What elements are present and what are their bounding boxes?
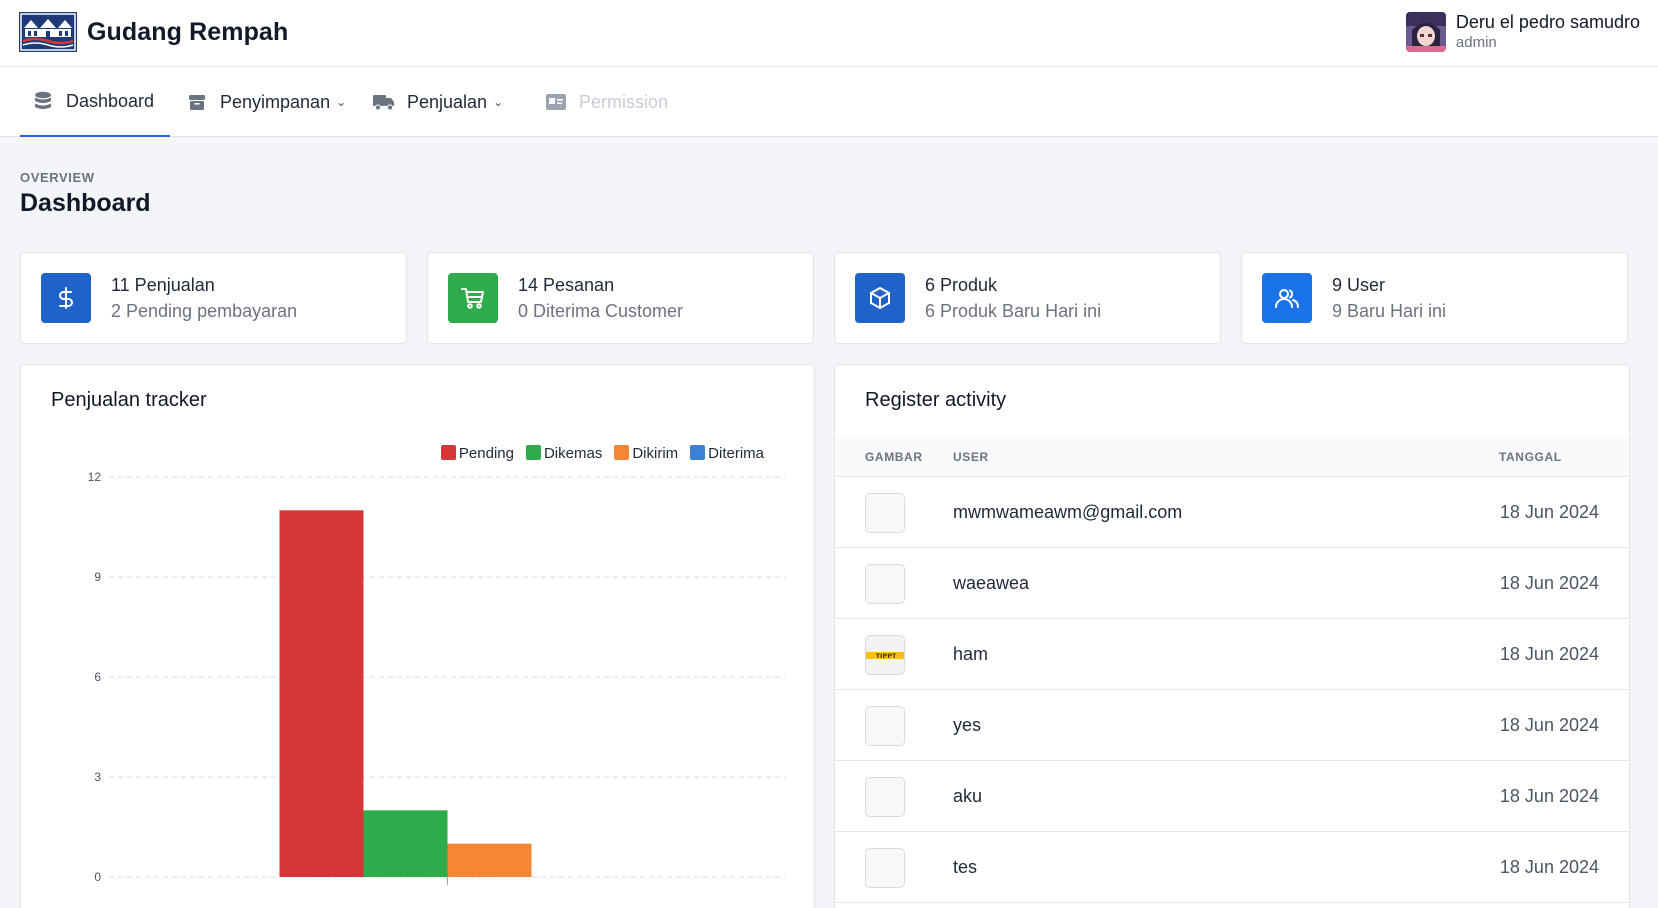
stat-secondary: 9 Baru Hari ini xyxy=(1332,301,1447,321)
row-user: waeawea xyxy=(953,573,1030,593)
nav-label: Penjualan xyxy=(407,91,488,112)
svg-text:TIPPT: TIPPT xyxy=(876,652,897,660)
nav-label: Permission xyxy=(579,91,669,112)
table-row[interactable]: TIPPT ham 18 Jun 2024 xyxy=(835,619,1629,690)
brand-name: Gudang Rempah xyxy=(87,17,289,46)
truck-icon xyxy=(373,91,395,113)
y-tick-label: 12 xyxy=(88,470,102,484)
stat-card-produk: 6 Produk 6 Produk Baru Hari ini xyxy=(834,252,1221,344)
stat-primary: 9 User xyxy=(1332,275,1386,295)
nav-dashboard[interactable]: Dashboard xyxy=(20,67,170,137)
stat-primary: 11 Penjualan xyxy=(111,275,215,295)
stat-secondary: 2 Pending pembayaran xyxy=(111,301,298,321)
row-user: yes xyxy=(953,715,982,735)
stat-card-penjualan: 11 Penjualan 2 Pending pembayaran xyxy=(20,252,407,344)
warehouse-logo xyxy=(19,12,77,52)
column-header-user: USER xyxy=(953,450,989,464)
stat-secondary: 0 Diterima Customer xyxy=(518,301,684,321)
row-date: 18 Jun 2024 xyxy=(1499,857,1599,877)
y-tick-label: 0 xyxy=(94,870,101,884)
table-header: GAMBAR USER TANGGAL xyxy=(835,437,1629,477)
table-row[interactable]: mwmwameawm@gmail.com 18 Jun 2024 xyxy=(835,477,1629,548)
user-image: TIPPT xyxy=(865,635,905,675)
id-card-icon xyxy=(545,91,567,113)
user-image xyxy=(865,493,905,533)
row-date: 18 Jun 2024 xyxy=(1499,715,1599,735)
avatar xyxy=(1405,12,1446,52)
card-title: Register activity xyxy=(865,389,1007,411)
user-image xyxy=(865,848,905,888)
row-user: mwmwameawm@gmail.com xyxy=(953,502,1183,522)
nav-label: Dashboard xyxy=(66,90,155,111)
user-menu[interactable]: Deru el pedro samudro admin xyxy=(1405,11,1640,53)
stat-card-pesanan: 14 Pesanan 0 Diterima Customer xyxy=(427,252,814,344)
row-date: 18 Jun 2024 xyxy=(1499,644,1599,664)
nav-label: Penyimpanan xyxy=(220,91,331,112)
database-icon xyxy=(32,90,54,112)
bar-chart: 0 3 6 9 12 xyxy=(88,470,786,885)
stat-primary: 6 Produk xyxy=(925,275,998,295)
stat-secondary: 6 Produk Baru Hari ini xyxy=(925,301,1102,321)
y-tick-label: 6 xyxy=(94,670,101,684)
user-image xyxy=(865,564,905,604)
bar-dikirim xyxy=(447,843,532,877)
stat-primary: 14 Pesanan xyxy=(518,275,615,295)
archive-box-icon xyxy=(186,91,208,113)
table-row[interactable]: yes 18 Jun 2024 xyxy=(835,690,1629,761)
penjualan-tracker-card: Penjualan tracker Pending Dikemas Dikiri… xyxy=(20,364,815,908)
cart-icon xyxy=(448,273,498,323)
table-row[interactable]: aku 18 Jun 2024 xyxy=(835,761,1629,832)
nav-penyimpanan[interactable]: Penyimpanan ⌄ xyxy=(186,67,346,137)
nav-permission[interactable]: Permission xyxy=(545,67,668,137)
row-user: tes xyxy=(953,857,978,877)
user-image xyxy=(865,706,905,746)
bar-pending xyxy=(279,510,364,877)
box-icon xyxy=(855,273,905,323)
row-date: 18 Jun 2024 xyxy=(1499,502,1599,522)
page-title: Dashboard xyxy=(20,189,151,217)
y-tick-label: 3 xyxy=(94,770,101,784)
main-nav: Dashboard Penyimpanan ⌄ Penjualan ⌄ Perm… xyxy=(0,67,1658,137)
column-header-gambar: GAMBAR xyxy=(865,450,923,464)
column-header-tanggal: TANGGAL xyxy=(1499,450,1562,464)
y-tick-label: 9 xyxy=(94,570,101,584)
row-user: aku xyxy=(953,786,983,806)
chevron-down-icon: ⌄ xyxy=(336,95,347,109)
nav-penjualan[interactable]: Penjualan ⌄ xyxy=(373,67,503,137)
row-date: 18 Jun 2024 xyxy=(1499,786,1599,806)
chevron-down-icon: ⌄ xyxy=(493,95,504,109)
user-role: admin xyxy=(1455,34,1497,51)
card-title: Penjualan tracker xyxy=(51,389,207,411)
page-overline: OVERVIEW xyxy=(20,170,95,185)
user-image xyxy=(865,777,905,817)
stat-card-user: 9 User 9 Baru Hari ini xyxy=(1241,252,1628,344)
top-header: Gudang Rempah Deru el pedro samudro admi… xyxy=(0,0,1658,67)
brand[interactable]: Gudang Rempah xyxy=(19,12,288,52)
row-date: 18 Jun 2024 xyxy=(1499,573,1599,593)
dollar-icon xyxy=(41,273,91,323)
bar-dikemas xyxy=(363,810,448,877)
table-row[interactable]: tes 18 Jun 2024 xyxy=(835,832,1629,903)
register-activity-card: Register activity GAMBAR USER TANGGAL mw… xyxy=(834,364,1630,908)
user-name: Deru el pedro samudro xyxy=(1455,12,1640,32)
users-icon xyxy=(1262,273,1312,323)
row-user: ham xyxy=(953,644,989,664)
table-row[interactable]: waeawea 18 Jun 2024 xyxy=(835,548,1629,619)
